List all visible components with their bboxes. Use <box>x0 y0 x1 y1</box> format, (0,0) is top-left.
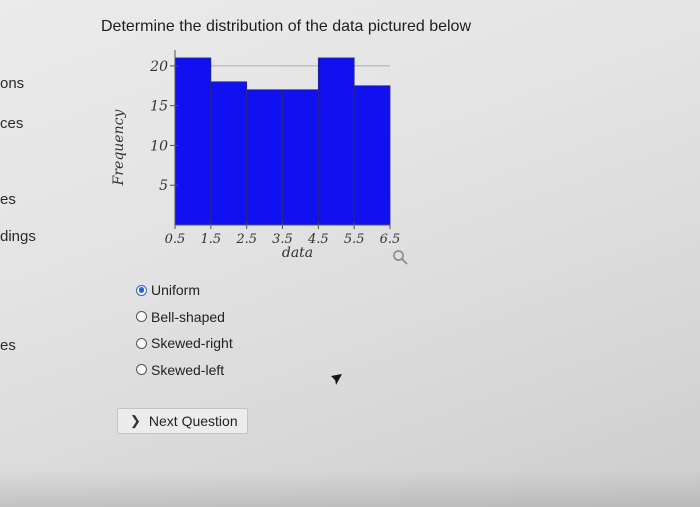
x-tick-label-6: 6.5 <box>380 232 401 247</box>
answer-options: Uniform Bell-shaped Skewed-right Skewed-… <box>136 277 233 383</box>
radio-icon[interactable] <box>136 311 147 323</box>
bar-5 <box>353 85 391 226</box>
sidebar-item-4[interactable]: es <box>0 337 16 354</box>
option-skewed-right[interactable]: Skewed-right <box>136 330 233 357</box>
x-axis-label: data <box>282 245 313 261</box>
x-tick-label-1: 1.5 <box>200 232 221 247</box>
x-tick-label-2: 2.5 <box>235 232 257 247</box>
bar-2 <box>246 89 283 226</box>
x-tick-label-0: 0.5 <box>165 232 186 247</box>
bar-3 <box>282 89 319 226</box>
magnifier-icon[interactable] <box>392 249 408 270</box>
option-uniform[interactable]: Uniform <box>136 277 233 304</box>
bar-0 <box>174 57 212 226</box>
bar-1 <box>210 81 248 226</box>
radio-icon[interactable] <box>136 337 147 349</box>
histogram-chart: 51015200.5 1.5 2.5 3.5 4.5 5.5 6.5dataFrequenc… <box>111 50 401 261</box>
next-question-button[interactable]: ❯ Next Question <box>117 408 248 434</box>
y-tick-label-2: 15 <box>150 99 168 115</box>
sidebar-item-2[interactable]: es <box>0 191 16 208</box>
option-label: Uniform <box>151 282 201 299</box>
mouse-cursor-icon <box>330 373 344 392</box>
chevron-right-icon: ❯ <box>130 413 141 428</box>
y-tick-label-1: 10 <box>150 138 168 154</box>
question-title: Determine the distribution of the data p… <box>101 18 471 35</box>
sidebar-item-0[interactable]: ons <box>0 75 24 92</box>
bar-4 <box>317 57 355 226</box>
y-axis-label: Frequency <box>111 109 127 187</box>
option-label: Skewed-right <box>151 335 233 352</box>
sidebar-item-1[interactable]: ces <box>0 115 23 132</box>
radio-selected-icon[interactable] <box>136 284 147 296</box>
option-label: Bell-shaped <box>151 308 225 325</box>
screen-edge-shade <box>0 470 700 507</box>
option-label: Skewed-left <box>151 361 225 378</box>
screen: ons ces es dings es Determine the distri… <box>0 0 700 507</box>
y-tick-label-0: 5 <box>159 178 168 194</box>
option-bell-shaped[interactable]: Bell-shaped <box>136 304 233 331</box>
y-tick-label-3: 20 <box>149 59 168 75</box>
sidebar-item-3[interactable]: dings <box>0 228 36 245</box>
option-skewed-left[interactable]: Skewed-left <box>136 357 233 384</box>
next-question-label: Next Question <box>148 413 238 429</box>
x-tick-label-5: 5.5 <box>344 232 365 247</box>
radio-icon[interactable] <box>136 364 147 376</box>
